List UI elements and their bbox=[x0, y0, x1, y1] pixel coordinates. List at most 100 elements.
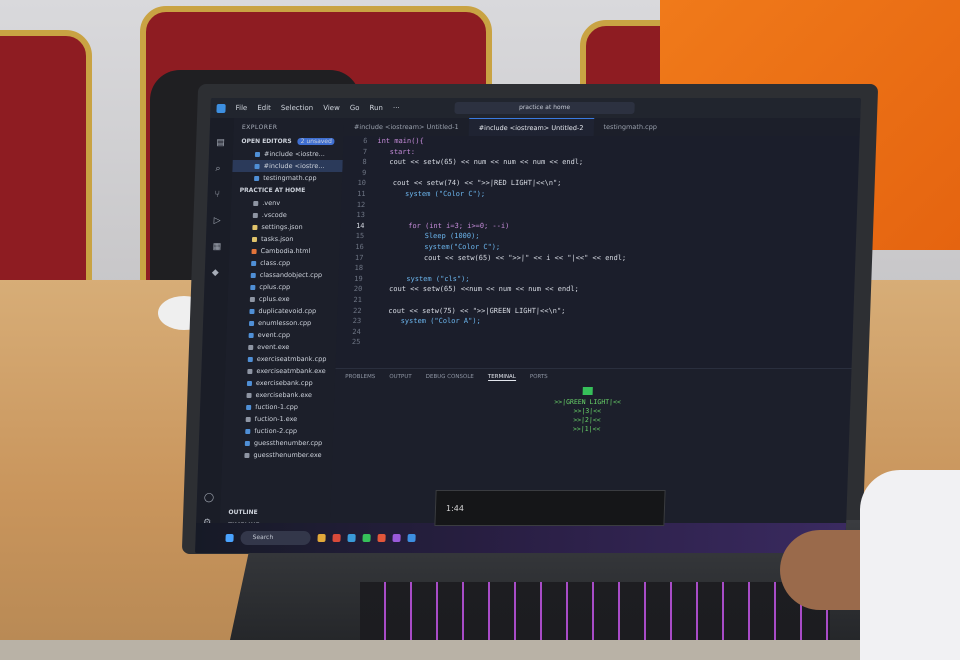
file-item[interactable]: tasks.json bbox=[230, 233, 340, 245]
code-text: cout << setw(74) << ">>|RED LIGHT|<<\n"; bbox=[376, 178, 562, 189]
folder-icon[interactable] bbox=[317, 534, 325, 542]
file-item[interactable]: .vscode bbox=[231, 209, 341, 221]
code-line: 19 system ("cls"); bbox=[338, 274, 854, 285]
start-icon[interactable] bbox=[225, 534, 233, 542]
vscode-logo-icon bbox=[216, 104, 225, 113]
command-center-search[interactable]: practice at home bbox=[454, 102, 634, 114]
chrome-icon[interactable] bbox=[377, 534, 385, 542]
explorer-title: EXPLORER bbox=[234, 118, 345, 135]
file-label: cplus.cpp bbox=[259, 283, 290, 291]
file-item[interactable]: class.cpp bbox=[229, 257, 339, 269]
file-item[interactable]: guessthenumber.cpp bbox=[223, 437, 333, 449]
code-text: cout << setw(65) <<num << num << num << … bbox=[372, 284, 579, 295]
menu-more[interactable]: ··· bbox=[393, 104, 400, 112]
line-number: 12 bbox=[341, 200, 375, 211]
panel-tab-output[interactable]: OUTPUT bbox=[389, 374, 412, 381]
file-item[interactable]: settings.json bbox=[230, 221, 340, 233]
file-icon bbox=[250, 285, 255, 290]
code-text: system ("Color A"); bbox=[371, 316, 481, 327]
menu-edit[interactable]: Edit bbox=[257, 104, 271, 112]
edge-icon[interactable] bbox=[347, 534, 355, 542]
menu-view[interactable]: View bbox=[323, 104, 340, 112]
file-label: exerciseatmbank.exe bbox=[256, 367, 326, 375]
file-item[interactable]: duplicatevoid.cpp bbox=[227, 305, 337, 317]
open-editors-header[interactable]: OPEN EDITORS 2 unsaved bbox=[233, 135, 343, 148]
panel-tab-terminal[interactable]: TERMINAL bbox=[488, 374, 516, 381]
folder-header[interactable]: PRACTICE AT HOME bbox=[231, 184, 341, 197]
search-icon[interactable]: ⌕ bbox=[215, 164, 225, 174]
file-item[interactable]: event.cpp bbox=[226, 329, 336, 341]
file-item[interactable]: Cambodia.html bbox=[229, 245, 339, 257]
file-item[interactable]: exerciseatmbank.exe bbox=[225, 365, 335, 377]
python-icon[interactable]: ◆ bbox=[212, 268, 222, 278]
unsaved-badge: 2 unsaved bbox=[298, 138, 335, 145]
windows-taskbar: Search bbox=[195, 523, 846, 553]
status-time: 1:44 bbox=[446, 504, 464, 513]
tab-testingmath[interactable]: testingmath.cpp bbox=[593, 118, 667, 136]
line-number: 13 bbox=[341, 210, 375, 221]
file-icon bbox=[251, 273, 256, 278]
file-item[interactable]: event.exe bbox=[226, 341, 336, 353]
menu-go[interactable]: Go bbox=[350, 104, 360, 112]
file-icon bbox=[253, 213, 258, 218]
vscode-taskbar-icon[interactable] bbox=[407, 534, 415, 542]
extensions-icon[interactable]: ▦ bbox=[213, 242, 223, 252]
open-editor-label: #include <iostre... bbox=[264, 150, 325, 158]
menu-selection[interactable]: Selection bbox=[281, 104, 314, 112]
file-item[interactable]: cplus.cpp bbox=[228, 281, 338, 293]
source-control-icon[interactable]: ⑂ bbox=[214, 190, 224, 200]
code-text: system("Color C"); bbox=[374, 242, 501, 253]
file-item[interactable]: cplus.exe bbox=[228, 293, 338, 305]
app-icon[interactable] bbox=[392, 534, 400, 542]
file-item[interactable]: fuction-2.cpp bbox=[223, 425, 333, 437]
panel-tab-ports[interactable]: PORTS bbox=[530, 374, 548, 381]
file-item[interactable]: fuction-1.exe bbox=[224, 413, 334, 425]
file-item[interactable]: exerciseatmbank.cpp bbox=[226, 353, 336, 365]
code-text: system ("cls"); bbox=[372, 274, 469, 285]
file-item[interactable]: fuction-1.cpp bbox=[224, 401, 334, 413]
file-item[interactable]: .venv bbox=[231, 197, 341, 209]
menu-file[interactable]: File bbox=[235, 104, 247, 112]
terminal-cursor-block bbox=[583, 387, 593, 395]
files-icon[interactable]: ▤ bbox=[216, 138, 226, 148]
code-editor[interactable]: 6int main(){7 start:8 cout << setw(65) <… bbox=[336, 136, 860, 368]
run-debug-icon[interactable]: ▷ bbox=[213, 216, 223, 226]
file-item[interactable]: classandobject.cpp bbox=[229, 269, 339, 281]
code-text: cout << setw(65) << num << num << num <<… bbox=[377, 157, 584, 168]
code-line: 14 for (int i=3; i>=0; --i) bbox=[340, 221, 856, 232]
file-item[interactable]: guessthenumber.exe bbox=[222, 449, 332, 461]
code-line: 24 bbox=[337, 327, 853, 338]
app-icon[interactable] bbox=[332, 534, 340, 542]
tab-untitled-2[interactable]: #include <iostream> Untitled-2 bbox=[468, 118, 593, 136]
terminal-output[interactable]: >>|GREEN LIGHT|<< >>|3|<< >>|2|<< >>|1|<… bbox=[553, 387, 621, 434]
account-icon[interactable]: ◯ bbox=[204, 493, 214, 503]
line-number: 11 bbox=[341, 189, 375, 200]
line-number: 25 bbox=[336, 337, 370, 348]
code-text: Sleep (1000); bbox=[374, 231, 480, 242]
editor-tabs: #include <iostream> Untitled-1 #include … bbox=[344, 118, 861, 136]
code-line: 21 bbox=[338, 295, 854, 306]
outline-section[interactable]: OUTLINE bbox=[220, 506, 330, 519]
open-editor-item-active[interactable]: #include <iostre... bbox=[232, 160, 342, 172]
line-number: 8 bbox=[343, 157, 377, 168]
file-item[interactable]: exercisebank.cpp bbox=[225, 377, 335, 389]
file-icon bbox=[249, 309, 254, 314]
panel-tab-problems[interactable]: PROBLEMS bbox=[345, 374, 375, 381]
file-item[interactable]: exercisebank.exe bbox=[224, 389, 334, 401]
file-label: event.exe bbox=[257, 343, 289, 351]
file-item[interactable]: enumlesson.cpp bbox=[227, 317, 337, 329]
code-line: 7 start: bbox=[343, 147, 859, 158]
taskbar-search[interactable]: Search bbox=[240, 531, 310, 545]
app-icon[interactable] bbox=[362, 534, 370, 542]
tab-untitled-1[interactable]: #include <iostream> Untitled-1 bbox=[344, 118, 469, 136]
open-editor-item[interactable]: testingmath.cpp bbox=[232, 172, 342, 184]
open-editor-item[interactable]: #include <iostre... bbox=[233, 148, 343, 160]
file-icon bbox=[252, 225, 257, 230]
file-label: exercisebank.cpp bbox=[256, 379, 313, 387]
code-line: 12 bbox=[341, 200, 857, 211]
rgb-keyboard bbox=[360, 582, 830, 640]
menu-run[interactable]: Run bbox=[369, 104, 383, 112]
line-number: 16 bbox=[340, 242, 374, 253]
panel-tab-debug[interactable]: DEBUG CONSOLE bbox=[426, 374, 474, 381]
open-editor-label: testingmath.cpp bbox=[263, 174, 317, 182]
